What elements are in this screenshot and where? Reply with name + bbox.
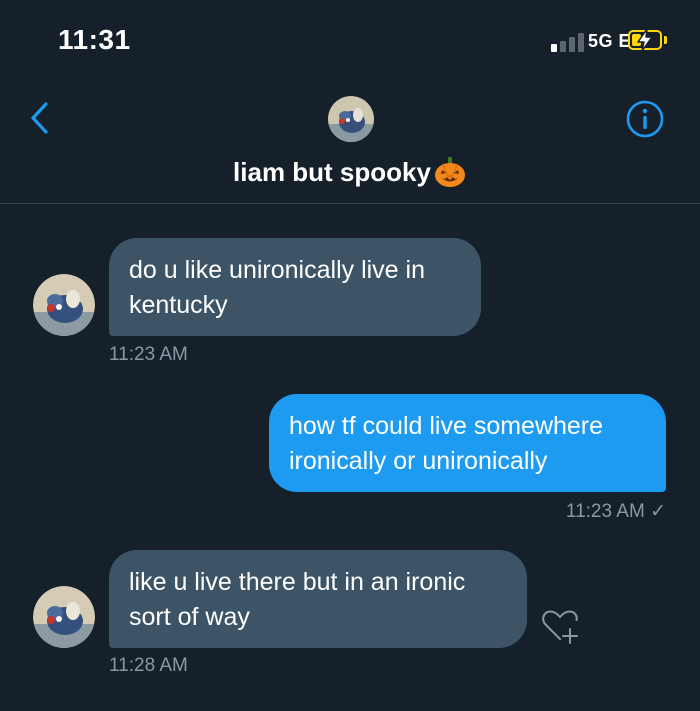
header-divider: [0, 203, 700, 204]
info-circle-icon[interactable]: [626, 100, 664, 138]
message-timestamp: 11:23 AM: [565, 501, 645, 522]
contact-avatar[interactable]: [328, 96, 374, 142]
chevron-left-icon[interactable]: [26, 100, 54, 136]
read-receipt-check-icon: ✓: [650, 501, 666, 522]
message-text-line: do u like unironically live in: [129, 256, 425, 284]
message-text-line: kentucky: [129, 291, 228, 319]
conversation-title: liam but spooky: [0, 155, 700, 189]
battery-tip: [664, 36, 667, 44]
message-text-line: sort of way: [129, 603, 250, 631]
sent-message-bubble[interactable]: how tf could live somewhere ironically o…: [269, 394, 666, 492]
network-type-label: 5G E: [588, 31, 632, 51]
jack-o-lantern-emoji: [434, 157, 465, 187]
cellular-signal-icon: [551, 32, 585, 52]
message-meta: 11:23 AM ✓: [566, 500, 666, 523]
message-text-line: ironically or unironically: [289, 447, 548, 475]
received-message-bubble[interactable]: like u live there but in an ironic sort …: [109, 550, 527, 648]
status-bar-time: 11:31: [58, 24, 131, 55]
charging-bolt-icon: [637, 28, 653, 52]
message-timestamp: 11:28 AM: [109, 655, 188, 676]
message-timestamp: 11:23 AM: [109, 344, 188, 365]
received-message-bubble[interactable]: do u like unironically live in kentucky: [109, 238, 481, 336]
heart-plus-icon[interactable]: [540, 607, 580, 645]
sender-avatar[interactable]: [33, 274, 95, 336]
conversation-title-text: liam but spooky: [233, 157, 431, 187]
message-text-line: like u live there but in an ironic: [129, 568, 466, 596]
message-text-line: how tf could live somewhere: [289, 412, 604, 440]
sender-avatar[interactable]: [33, 586, 95, 648]
